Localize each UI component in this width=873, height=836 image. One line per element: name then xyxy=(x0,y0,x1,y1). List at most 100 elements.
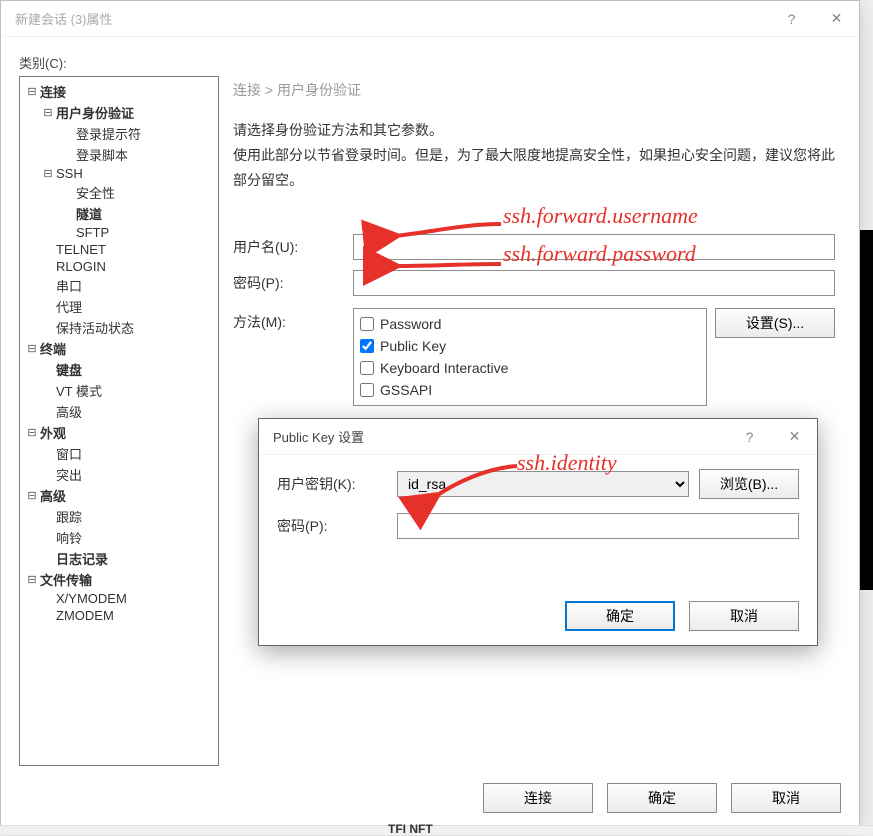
tree-expand-icon[interactable]: ⊟ xyxy=(26,426,38,439)
method-label: 方法(M): xyxy=(233,308,353,332)
background-terminal-strip xyxy=(860,230,873,590)
method-item[interactable]: GSSAPI xyxy=(360,379,700,401)
tree-item[interactable]: 登录提示符 xyxy=(22,123,216,144)
method-checkbox[interactable] xyxy=(360,383,374,397)
tree-expand-icon[interactable]: ⊟ xyxy=(26,489,38,502)
tree-expand-icon[interactable]: ⊟ xyxy=(26,342,38,355)
subdialog-titlebar: Public Key 设置 ? ✕ xyxy=(259,419,817,455)
tree-item-label: 连接 xyxy=(38,82,66,101)
tree-item[interactable]: 突出 xyxy=(22,464,216,485)
method-checkbox[interactable] xyxy=(360,339,374,353)
close-button[interactable]: ✕ xyxy=(814,1,859,37)
tree-item[interactable]: 安全性 xyxy=(22,182,216,203)
tree-item-label: 高级 xyxy=(54,402,82,421)
tree-item[interactable]: X/YMODEM xyxy=(22,590,216,607)
desktop-hint xyxy=(0,825,873,835)
passphrase-row: 密码(P): xyxy=(277,513,799,539)
method-checkbox[interactable] xyxy=(360,317,374,331)
cancel-button[interactable]: 取消 xyxy=(731,783,841,813)
description-line-1: 请选择身份验证方法和其它参数。 xyxy=(233,118,835,143)
subdialog-title: Public Key 设置 xyxy=(273,427,364,446)
description: 请选择身份验证方法和其它参数。 使用此部分以节省登录时间。但是，为了最大限度地提… xyxy=(233,118,835,194)
tree-item-label: SSH xyxy=(54,166,83,181)
username-input[interactable] xyxy=(353,234,835,260)
dialog-footer: 连接 确定 取消 xyxy=(483,783,841,813)
tree-item[interactable]: 跟踪 xyxy=(22,506,216,527)
tree-item-label: X/YMODEM xyxy=(54,591,127,606)
tree-item-label: SFTP xyxy=(74,225,109,240)
tree-item[interactable]: ⊟连接 xyxy=(22,81,216,102)
tree-item[interactable]: 保持活动状态 xyxy=(22,317,216,338)
tree-expand-icon[interactable]: ⊟ xyxy=(42,167,54,180)
tree-item-label: 突出 xyxy=(54,465,82,484)
window-title: 新建会话 (3)属性 xyxy=(15,9,113,28)
tree-item-label: 代理 xyxy=(54,297,82,316)
tree-item[interactable]: TELNET xyxy=(22,241,216,258)
method-item[interactable]: Password xyxy=(360,313,700,335)
category-tree[interactable]: ⊟连接⊟用户身份验证登录提示符登录脚本⊟SSH安全性隧道SFTPTELNETRL… xyxy=(19,76,219,766)
category-label: 类别(C): xyxy=(19,53,841,72)
tree-item[interactable]: 代理 xyxy=(22,296,216,317)
password-label: 密码(P): xyxy=(233,273,353,293)
tree-item[interactable]: 隧道 xyxy=(22,203,216,224)
tree-item[interactable]: 键盘 xyxy=(22,359,216,380)
tree-item[interactable]: VT 模式 xyxy=(22,380,216,401)
subdialog-footer: 确定 取消 xyxy=(565,601,799,631)
tree-expand-icon[interactable]: ⊟ xyxy=(26,85,38,98)
userkey-select[interactable]: id_rsa xyxy=(397,471,689,497)
tree-item[interactable]: 窗口 xyxy=(22,443,216,464)
password-input[interactable] xyxy=(353,270,835,296)
method-row: 方法(M): PasswordPublic KeyKeyboard Intera… xyxy=(233,308,835,406)
settings-button[interactable]: 设置(S)... xyxy=(715,308,835,338)
tree-item[interactable]: ⊟SSH xyxy=(22,165,216,182)
tree-item[interactable]: ⊟终端 xyxy=(22,338,216,359)
help-button[interactable]: ? xyxy=(769,1,814,37)
tree-item-label: 响铃 xyxy=(54,528,82,547)
username-label: 用户名(U): xyxy=(233,237,353,257)
tree-item-label: 高级 xyxy=(38,486,66,505)
tree-expand-icon[interactable]: ⊟ xyxy=(26,573,38,586)
tree-item[interactable]: SFTP xyxy=(22,224,216,241)
tree-item[interactable]: ⊟用户身份验证 xyxy=(22,102,216,123)
userkey-label: 用户密钥(K): xyxy=(277,474,397,494)
breadcrumb: 连接 > 用户身份验证 xyxy=(233,80,835,100)
tree-item[interactable]: 高级 xyxy=(22,401,216,422)
tree-item-label: 文件传输 xyxy=(38,570,92,589)
subdialog-close-button[interactable]: ✕ xyxy=(772,419,817,455)
passphrase-input[interactable] xyxy=(397,513,799,539)
background-text: TFI NFT xyxy=(388,822,433,836)
browse-button[interactable]: 浏览(B)... xyxy=(699,469,799,499)
tree-item[interactable]: ⊟高级 xyxy=(22,485,216,506)
tree-item-label: 跟踪 xyxy=(54,507,82,526)
tree-item[interactable]: RLOGIN xyxy=(22,258,216,275)
tree-item-label: 用户身份验证 xyxy=(54,103,134,122)
tree-item-label: 窗口 xyxy=(54,444,82,463)
tree-item[interactable]: ⊟文件传输 xyxy=(22,569,216,590)
userkey-row: 用户密钥(K): id_rsa 浏览(B)... xyxy=(277,469,799,499)
tree-item-label: 串口 xyxy=(54,276,82,295)
method-listbox[interactable]: PasswordPublic KeyKeyboard InteractiveGS… xyxy=(353,308,707,406)
method-item[interactable]: Keyboard Interactive xyxy=(360,357,700,379)
tree-item[interactable]: ⊟外观 xyxy=(22,422,216,443)
method-checkbox[interactable] xyxy=(360,361,374,375)
tree-item-label: 登录提示符 xyxy=(74,124,141,143)
tree-item[interactable]: 登录脚本 xyxy=(22,144,216,165)
subdialog-help-button[interactable]: ? xyxy=(727,419,772,455)
method-name: Keyboard Interactive xyxy=(380,357,508,379)
tree-item[interactable]: 响铃 xyxy=(22,527,216,548)
connect-button[interactable]: 连接 xyxy=(483,783,593,813)
tree-item[interactable]: ZMODEM xyxy=(22,607,216,624)
subdialog-ok-button[interactable]: 确定 xyxy=(565,601,675,631)
tree-expand-icon[interactable]: ⊟ xyxy=(42,106,54,119)
titlebar: 新建会话 (3)属性 ? ✕ xyxy=(1,1,859,37)
public-key-dialog: Public Key 设置 ? ✕ 用户密钥(K): id_rsa 浏览(B).… xyxy=(258,418,818,646)
ok-button[interactable]: 确定 xyxy=(607,783,717,813)
passphrase-label: 密码(P): xyxy=(277,516,397,536)
method-name: Password xyxy=(380,313,441,335)
method-item[interactable]: Public Key xyxy=(360,335,700,357)
tree-item[interactable]: 日志记录 xyxy=(22,548,216,569)
subdialog-cancel-button[interactable]: 取消 xyxy=(689,601,799,631)
tree-item[interactable]: 串口 xyxy=(22,275,216,296)
method-name: Public Key xyxy=(380,335,446,357)
tree-item-label: RLOGIN xyxy=(54,259,106,274)
